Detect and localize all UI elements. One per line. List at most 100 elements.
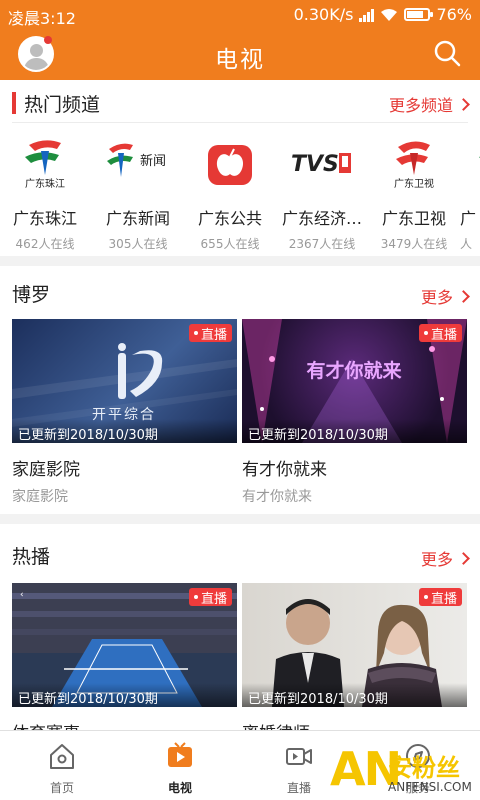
- chevron-right-icon: [457, 289, 470, 303]
- live-label: 直播: [430, 591, 457, 607]
- channel-name: 广东新闻: [105, 209, 170, 228]
- battery-level: 76%: [436, 5, 472, 24]
- channel-item[interactable]: 广东公共 655人在线: [184, 125, 276, 252]
- watermark-name: 安粉丝: [388, 754, 460, 782]
- program-subtitle: 家庭影院: [12, 489, 68, 505]
- channel-viewers: 305人在线: [108, 237, 168, 251]
- watermark-url: ANFENSI.COM: [388, 780, 472, 794]
- gd-satellite-logo-icon: 广东卫视: [379, 133, 449, 193]
- app-header: 电视: [0, 30, 480, 80]
- section-title: 博罗: [12, 284, 51, 306]
- program-title: 有才你就来: [242, 460, 327, 480]
- live-label: 直播: [200, 591, 227, 607]
- channel-item[interactable]: 广东珠江 广东珠江 462人在线: [0, 125, 91, 252]
- channel-viewers: 人: [460, 237, 473, 251]
- update-status: 已更新到2018/10/30期: [242, 419, 467, 443]
- live-badge: 直播: [418, 588, 462, 607]
- tab-home[interactable]: 首页: [22, 741, 102, 796]
- section-accent-bar: [12, 92, 16, 114]
- program-card[interactable]: ‹ 直播 已更新到2018/10/30期 体育赛事: [12, 583, 237, 730]
- live-label: 直播: [430, 327, 457, 343]
- more-link[interactable]: 更多: [420, 546, 470, 570]
- svg-text:广东卫视: 广东卫视: [394, 177, 434, 190]
- hot-channels-title: 热门频道: [24, 94, 101, 116]
- tab-label: 首页: [49, 781, 74, 795]
- channel-item[interactable]: 广东卫视 广东卫视 3479人在线: [368, 125, 460, 252]
- live-dot-icon: [423, 331, 428, 335]
- program-subtitle: 有才你就来: [242, 489, 312, 505]
- search-icon[interactable]: [432, 38, 462, 68]
- svg-text:TVS: TVS: [291, 152, 339, 177]
- tab-live[interactable]: 直播: [259, 741, 339, 796]
- status-bar: 凌晨3:12 0.30K/s 76%: [0, 0, 480, 30]
- more-link[interactable]: 更多: [420, 284, 470, 308]
- live-badge: 直播: [188, 324, 232, 343]
- live-badge: 直播: [418, 324, 462, 343]
- divider: [12, 122, 468, 123]
- svg-text:广东珠江: 广东珠江: [25, 177, 65, 190]
- program-title: 体育赛事: [12, 719, 237, 730]
- program-title: 离婚律师: [242, 719, 467, 730]
- chevron-right-icon: [457, 551, 470, 565]
- channel-item[interactable]: 新闻 广东新闻 305人在线: [92, 125, 184, 252]
- live-label: 直播: [200, 327, 227, 343]
- section-title: 热播: [12, 546, 51, 568]
- live-dot-icon: [193, 595, 198, 599]
- update-status: 已更新到2018/10/30期: [12, 683, 237, 707]
- tab-label: 电视: [167, 781, 192, 795]
- battery-icon: [404, 8, 434, 21]
- update-status: 已更新到2018/10/30期: [242, 683, 467, 707]
- channel-name: 广东经济…: [281, 209, 362, 228]
- live-badge: 直播: [188, 588, 232, 607]
- svg-text:有才你就来: 有才你就来: [306, 359, 401, 382]
- more-label: 更多: [420, 550, 453, 569]
- status-time: 凌晨3:12: [8, 9, 76, 28]
- program-thumbnail: ‹ 直播 已更新到2018/10/30期: [12, 583, 237, 707]
- video-camera-icon: [286, 748, 312, 765]
- channel-viewers: 3479人在线: [380, 237, 448, 251]
- network-speed: 0.30K/s: [293, 5, 354, 24]
- watermark-logo: AN 安粉丝 ANFENSI.COM: [330, 742, 480, 800]
- svg-text:新闻: 新闻: [140, 153, 166, 169]
- update-status: 已更新到2018/10/30期: [12, 419, 237, 443]
- gd-news-logo-icon: 新闻: [103, 133, 173, 193]
- home-icon: [50, 744, 74, 769]
- more-channels-label: 更多频道: [388, 96, 453, 115]
- channel-item[interactable]: 广 人: [460, 125, 480, 252]
- program-thumbnail: 开平综合 直播 已更新到2018/10/30期: [12, 319, 237, 443]
- tvs-logo-icon: TVS: [287, 133, 357, 193]
- wifi-icon: [381, 8, 398, 21]
- program-card[interactable]: 直播 已更新到2018/10/30期 离婚律师: [242, 583, 467, 730]
- channel-name: 广东珠江: [12, 209, 77, 228]
- channel-name: 广: [460, 209, 477, 228]
- tv-icon: [168, 742, 192, 767]
- channel-name: 广东卫视: [381, 209, 446, 228]
- tab-label: 直播: [286, 781, 311, 795]
- svg-text:‹: ‹: [20, 590, 24, 600]
- program-title: 家庭影院: [12, 460, 80, 480]
- program-thumbnail: 直播 已更新到2018/10/30期: [242, 583, 467, 707]
- channel-viewers: 462人在线: [15, 237, 75, 251]
- channel-viewers: 2367人在线: [288, 237, 356, 251]
- channel-item[interactable]: TVS 广东经济… 2367人在线: [276, 125, 368, 252]
- page-title: 电视: [215, 47, 265, 73]
- channel-viewers: 655人在线: [200, 237, 260, 251]
- tab-tv[interactable]: 电视: [140, 741, 220, 796]
- more-label: 更多: [420, 288, 453, 307]
- section-hot: 热播 更多 ‹ 直播 已更新到2018/10/30期 体育赛事: [0, 524, 480, 730]
- program-thumbnail: 有才你就来 直播 已更新到2018/10/30期: [242, 319, 467, 443]
- gd-zhujiang-logo-icon: 广东珠江: [10, 133, 80, 193]
- channel-list: 广东珠江 广东珠江 462人在线 新闻 广东新闻 305人在线 广东公共 655…: [0, 125, 480, 255]
- program-card[interactable]: 有才你就来 直播 已更新到2018/10/30期 有才你就来 有才你就来: [242, 319, 467, 506]
- partial-channel-logo-icon: [465, 133, 480, 193]
- channel-name: 广东公共: [197, 209, 262, 228]
- live-dot-icon: [193, 331, 198, 335]
- gd-public-logo-icon: [195, 133, 265, 193]
- chevron-right-icon: [457, 97, 470, 111]
- live-dot-icon: [423, 595, 428, 599]
- section-boluo: 博罗 更多 开平综合 直播 已更新到2018/10/30期 家庭影院 家庭影院: [0, 266, 480, 514]
- more-channels-link[interactable]: 更多频道: [388, 92, 470, 116]
- program-card[interactable]: 开平综合 直播 已更新到2018/10/30期 家庭影院 家庭影院: [12, 319, 237, 506]
- signal-icon: [359, 8, 375, 22]
- status-indicators: 0.30K/s 76%: [294, 5, 472, 24]
